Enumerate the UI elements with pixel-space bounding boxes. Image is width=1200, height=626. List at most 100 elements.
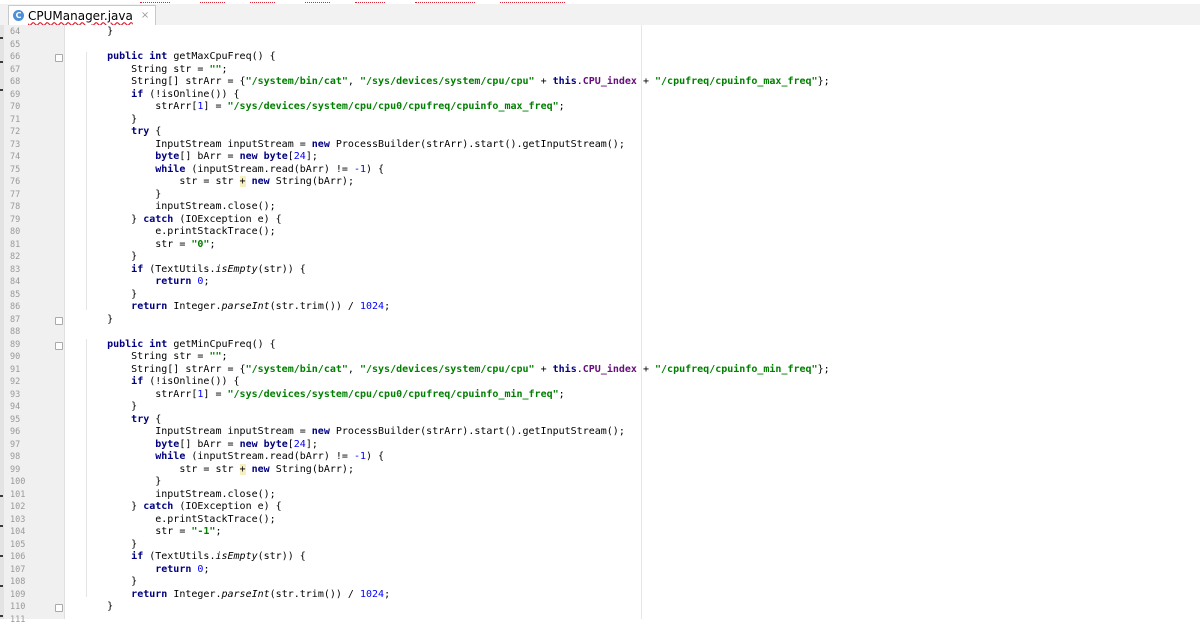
- code-line[interactable]: 97 byte[] bArr = new byte[24];: [4, 439, 1200, 452]
- code-line[interactable]: 93 strArr[1] = "/sys/devices/system/cpu/…: [4, 389, 1200, 402]
- string-token: "/system/bin/cat": [246, 364, 348, 375]
- code-line[interactable]: 65: [4, 39, 1200, 52]
- line-number: 103: [10, 514, 32, 527]
- fold-marker-icon[interactable]: [55, 342, 63, 350]
- code-line[interactable]: 92 if (!isOnline()) {: [4, 376, 1200, 389]
- code-token: String(bArr);: [270, 176, 354, 187]
- code-token: }: [83, 114, 137, 125]
- code-line[interactable]: 64 }: [4, 26, 1200, 39]
- code-line[interactable]: 68 String[] strArr = {"/system/bin/cat",…: [4, 76, 1200, 89]
- keyword-token: if: [131, 551, 143, 562]
- keyword-token: this: [553, 76, 577, 87]
- code-line[interactable]: 79 } catch (IOException e) {: [4, 214, 1200, 227]
- code-line[interactable]: 85 }: [4, 289, 1200, 302]
- code-line[interactable]: 96 InputStream inputStream = new Process…: [4, 426, 1200, 439]
- fold-marker-icon[interactable]: [55, 604, 63, 612]
- code-line[interactable]: 70 strArr[1] = "/sys/devices/system/cpu/…: [4, 101, 1200, 114]
- code-line[interactable]: 106 if (TextUtils.isEmpty(str)) {: [4, 551, 1200, 564]
- code-line[interactable]: 111: [4, 614, 1200, 626]
- code-token: ,: [348, 364, 360, 375]
- code-line[interactable]: 84 return 0;: [4, 276, 1200, 289]
- code-token: ] =: [203, 101, 227, 112]
- code-line[interactable]: 101 inputStream.close();: [4, 489, 1200, 502]
- code-line[interactable]: 94 }: [4, 401, 1200, 414]
- keyword-token: new: [240, 151, 258, 162]
- string-token: "/sys/devices/system/cpu/cpu": [360, 76, 535, 87]
- code-token: (IOException e) {: [173, 214, 281, 225]
- number-token: -1: [354, 451, 366, 462]
- code-token: ;: [384, 301, 390, 312]
- code-line[interactable]: 103 e.printStackTrace();: [4, 514, 1200, 527]
- code-line[interactable]: 105 }: [4, 539, 1200, 552]
- code-line[interactable]: 88: [4, 326, 1200, 339]
- line-number: 101: [10, 489, 32, 502]
- keyword-token: try: [131, 126, 149, 137]
- code-text: InputStream inputStream = new ProcessBui…: [83, 426, 625, 439]
- code-line[interactable]: 95 try {: [4, 414, 1200, 427]
- code-line[interactable]: 82 }: [4, 251, 1200, 264]
- code-line[interactable]: 71 }: [4, 114, 1200, 127]
- code-line[interactable]: 75 while (inputStream.read(bArr) != -1) …: [4, 164, 1200, 177]
- code-line[interactable]: 99 str = str + new String(bArr);: [4, 464, 1200, 477]
- line-number: 93: [10, 389, 32, 402]
- code-line[interactable]: 86 return Integer.parseInt(str.trim()) /…: [4, 301, 1200, 314]
- code-line[interactable]: 81 str = "0";: [4, 239, 1200, 252]
- code-line[interactable]: 104 str = "-1";: [4, 526, 1200, 539]
- code-line[interactable]: 69 if (!isOnline()) {: [4, 89, 1200, 102]
- code-token: [83, 339, 107, 350]
- code-token: (str)) {: [258, 551, 306, 562]
- code-token: ;: [203, 564, 209, 575]
- code-token: ProcessBuilder(strArr).start().getInputS…: [330, 426, 625, 437]
- code-line[interactable]: 91 String[] strArr = {"/system/bin/cat",…: [4, 364, 1200, 377]
- code-line[interactable]: 98 while (inputStream.read(bArr) != -1) …: [4, 451, 1200, 464]
- line-number: 111: [10, 614, 32, 626]
- code-text: byte[] bArr = new byte[24];: [83, 439, 318, 452]
- code-line[interactable]: 67 String str = "";: [4, 64, 1200, 77]
- code-line[interactable]: 77 }: [4, 189, 1200, 202]
- code-text: inputStream.close();: [83, 489, 276, 502]
- code-token: [83, 376, 131, 387]
- code-line[interactable]: 83 if (TextUtils.isEmpty(str)) {: [4, 264, 1200, 277]
- code-line[interactable]: 72 try {: [4, 126, 1200, 139]
- line-number: 109: [10, 589, 32, 602]
- code-token: InputStream inputStream =: [83, 139, 312, 150]
- close-icon[interactable]: ×: [141, 10, 149, 21]
- code-text: byte[] bArr = new byte[24];: [83, 151, 318, 164]
- code-line[interactable]: 102 } catch (IOException e) {: [4, 501, 1200, 514]
- code-token: ;: [221, 64, 227, 75]
- code-token: }: [83, 214, 143, 225]
- line-number: 99: [10, 464, 32, 477]
- code-line[interactable]: 89 public int getMinCpuFreq() {: [4, 339, 1200, 352]
- fold-marker-icon[interactable]: [55, 317, 63, 325]
- number-token: 24: [294, 151, 306, 162]
- line-number: 83: [10, 264, 32, 277]
- code-text: }: [83, 289, 137, 302]
- code-line[interactable]: 76 str = str + new String(bArr);: [4, 176, 1200, 189]
- keyword-token: return: [131, 589, 167, 600]
- code-line[interactable]: 66 public int getMaxCpuFreq() {: [4, 51, 1200, 64]
- keyword-token: public: [107, 339, 143, 350]
- fold-marker-icon[interactable]: [55, 54, 63, 62]
- code-token: [83, 89, 131, 100]
- code-text: }: [83, 251, 137, 264]
- code-token: ;: [215, 526, 221, 537]
- code-line[interactable]: 100 }: [4, 476, 1200, 489]
- code-line[interactable]: 107 return 0;: [4, 564, 1200, 577]
- editor-tab-bar: C CPUManager.java ×: [0, 4, 1200, 26]
- code-line[interactable]: 80 e.printStackTrace();: [4, 226, 1200, 239]
- code-line[interactable]: 74 byte[] bArr = new byte[24];: [4, 151, 1200, 164]
- code-token: ;: [559, 101, 565, 112]
- code-line[interactable]: 110 }: [4, 601, 1200, 614]
- code-text: while (inputStream.read(bArr) != -1) {: [83, 451, 384, 464]
- code-line[interactable]: 108 }: [4, 576, 1200, 589]
- code-line[interactable]: 109 return Integer.parseInt(str.trim()) …: [4, 589, 1200, 602]
- code-line[interactable]: 73 InputStream inputStream = new Process…: [4, 139, 1200, 152]
- code-token: +: [637, 76, 655, 87]
- tab-cpumanager-java[interactable]: C CPUManager.java ×: [8, 5, 156, 25]
- code-line[interactable]: 78 inputStream.close();: [4, 201, 1200, 214]
- keyword-token: if: [131, 264, 143, 275]
- code-line[interactable]: 87 }: [4, 314, 1200, 327]
- code-token: ) {: [366, 164, 384, 175]
- line-number: 98: [10, 451, 32, 464]
- code-line[interactable]: 90 String str = "";: [4, 351, 1200, 364]
